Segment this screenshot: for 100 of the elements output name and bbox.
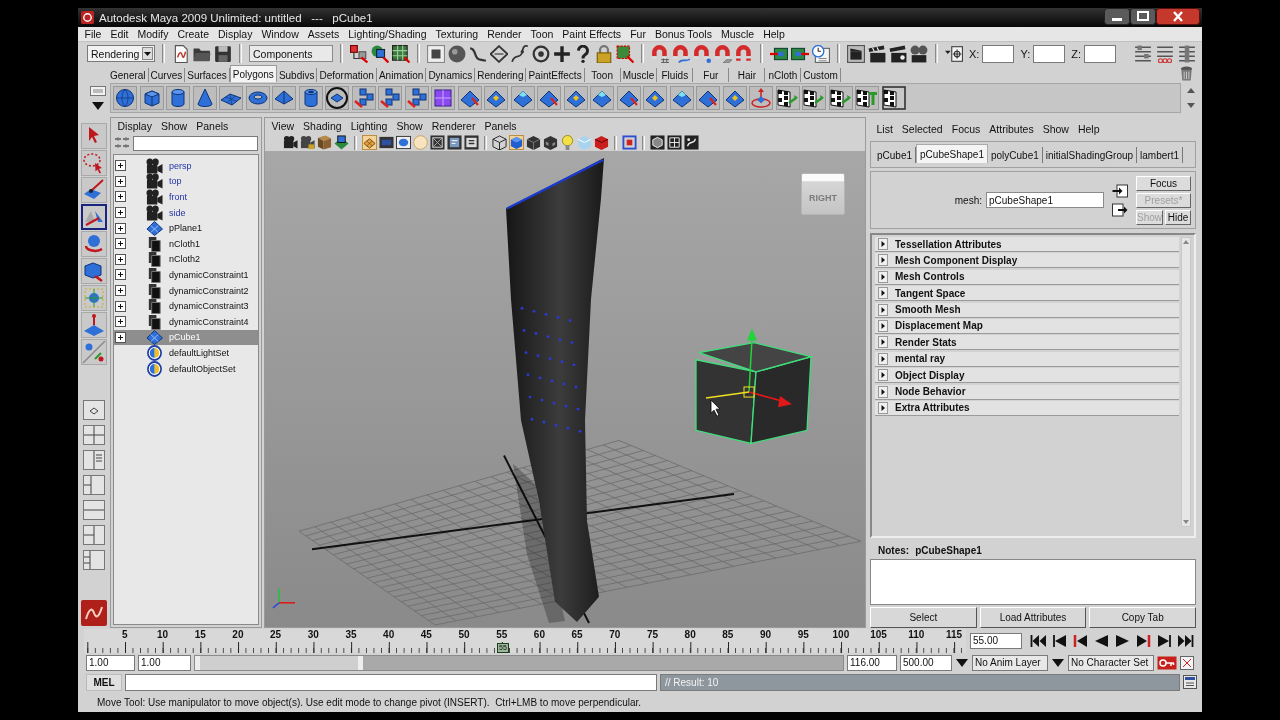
checker-frame-icon[interactable] — [881, 85, 906, 110]
expand-icon[interactable] — [115, 253, 126, 265]
filter-field[interactable] — [133, 135, 258, 151]
section-header[interactable]: Mesh Controls — [875, 269, 1179, 285]
shelf-tab[interactable]: Rendering — [475, 68, 527, 82]
curve-icon[interactable] — [469, 44, 487, 63]
menu-item[interactable]: Assets — [303, 27, 344, 41]
resolution-gate-icon[interactable] — [396, 135, 411, 150]
section-header[interactable]: Smooth Mesh — [875, 302, 1179, 318]
menu-item[interactable]: Shading — [298, 119, 347, 133]
magnet-icon[interactable] — [735, 44, 753, 63]
pipe-icon[interactable] — [298, 85, 323, 110]
lasso-icon[interactable] — [81, 150, 107, 176]
end-time-field[interactable]: 500.00 — [900, 654, 952, 671]
menu-item[interactable]: Display — [213, 27, 257, 41]
panel-layout-icon[interactable] — [83, 550, 105, 570]
object-select-icon[interactable] — [371, 44, 389, 63]
outliner-item[interactable]: dynamicConstraint4 — [114, 313, 258, 330]
film-gate-icon[interactable] — [379, 135, 394, 150]
outliner-item[interactable]: nCloth2 — [114, 251, 258, 268]
isolate-select-icon[interactable] — [622, 135, 637, 150]
menu-item[interactable]: Window — [256, 27, 304, 41]
expand-icon[interactable] — [115, 300, 126, 312]
play-icon[interactable] — [1114, 633, 1131, 648]
target-icon[interactable] — [532, 44, 550, 63]
auto-key-icon[interactable] — [1157, 655, 1177, 670]
node-button[interactable]: Hide — [1165, 209, 1191, 225]
step-back-icon[interactable] — [1051, 633, 1068, 648]
mesh-face-icon[interactable] — [643, 85, 667, 110]
step-forward-icon[interactable] — [1156, 633, 1173, 648]
clapboard-icon[interactable] — [889, 44, 907, 63]
menu-item[interactable]: Focus — [947, 122, 985, 136]
image-plane-icon[interactable] — [334, 135, 349, 150]
command-field[interactable] — [125, 673, 657, 691]
solid-cube-icon[interactable] — [526, 135, 541, 150]
skip-to-end-icon[interactable] — [1177, 633, 1194, 648]
panel-layout-icon[interactable] — [83, 500, 105, 520]
shelf-tab[interactable]: Curves — [148, 68, 186, 82]
expand-arrow-icon[interactable] — [878, 254, 888, 267]
film-reel-icon[interactable] — [910, 44, 928, 63]
node-button[interactable]: Focus — [1136, 175, 1191, 191]
panel-layout-icon[interactable] — [83, 400, 105, 420]
menu-item[interactable]: Help — [1073, 122, 1105, 136]
node-tab[interactable]: lambert1 — [1137, 147, 1183, 163]
menu-item[interactable]: File — [80, 27, 106, 41]
section-header[interactable]: Tangent Space — [875, 286, 1179, 302]
magnet-point-icon[interactable] — [693, 44, 711, 63]
universal-manipulator-icon[interactable] — [81, 285, 107, 311]
document-icon[interactable] — [172, 44, 190, 63]
menu-set-dropdown[interactable]: Rendering — [87, 45, 155, 62]
camera-icon[interactable] — [300, 135, 315, 150]
coordinate-field[interactable] — [1033, 44, 1066, 63]
animation-preferences-icon[interactable] — [1180, 655, 1194, 670]
rotate-tool-icon[interactable] — [81, 231, 107, 257]
notes-field[interactable] — [870, 559, 1196, 605]
shelf-tab[interactable]: Custom — [801, 68, 841, 82]
cylinder-icon[interactable] — [166, 85, 190, 110]
outliner-item[interactable]: nCloth1 — [114, 235, 258, 252]
section-header[interactable]: Node Behavior — [875, 384, 1179, 400]
mesh-face-icon[interactable] — [457, 85, 482, 110]
textured-cube-icon[interactable] — [543, 135, 558, 150]
minimize-icon[interactable] — [1104, 8, 1130, 25]
section-header[interactable]: Render Stats — [875, 335, 1179, 351]
panel-layout-icon[interactable] — [83, 525, 105, 545]
mesh-face-icon[interactable] — [510, 85, 535, 110]
anim-layer-dropdown[interactable]: No Anim Layer — [972, 654, 1048, 671]
expand-icon[interactable] — [115, 175, 126, 187]
node-tab[interactable]: pCubeShape1 — [916, 144, 988, 163]
previous-key-icon[interactable] — [1072, 633, 1089, 648]
component-select-icon[interactable] — [392, 44, 410, 63]
start-time-field[interactable]: 1.00 — [86, 654, 135, 671]
field-chart-icon[interactable] — [430, 135, 445, 150]
panel-layout-icon[interactable] — [83, 475, 105, 495]
action-button[interactable]: Load Attributes — [979, 607, 1087, 628]
panel-toggle-icon[interactable] — [1134, 44, 1152, 63]
diamond-icon[interactable] — [490, 44, 508, 63]
expand-icon[interactable] — [115, 331, 126, 343]
caret-icon[interactable] — [142, 47, 153, 60]
mesh-face-icon[interactable] — [669, 85, 694, 110]
range-slider[interactable] — [194, 654, 844, 671]
shelf-tab[interactable]: Fur — [693, 68, 730, 82]
node-name-field[interactable]: pCubeShape1 — [986, 192, 1104, 208]
expand-arrow-icon[interactable] — [878, 369, 888, 382]
shelf-tab[interactable]: Hair — [729, 68, 766, 82]
panel-layout-icon[interactable] — [83, 450, 105, 470]
action-button[interactable]: Select — [870, 607, 977, 628]
sphere-icon[interactable] — [448, 44, 466, 63]
menu-item[interactable]: Fur — [625, 27, 651, 41]
outliner-item[interactable]: top — [114, 173, 258, 190]
menu-item[interactable]: Render — [482, 27, 527, 41]
script-editor-icon[interactable] — [1183, 675, 1197, 689]
menu-item[interactable]: Panels — [191, 119, 233, 133]
mesh-face-icon[interactable] — [563, 85, 588, 110]
outliner-item[interactable]: dynamicConstraint1 — [114, 267, 258, 283]
move-tool-icon[interactable] — [81, 204, 107, 230]
current-time-field[interactable]: 55.00 — [970, 632, 1022, 649]
safe-title-icon[interactable] — [464, 135, 479, 150]
sphere-icon[interactable] — [113, 85, 137, 110]
maximize-icon[interactable] — [1130, 8, 1156, 25]
smooth-cube-icon[interactable] — [431, 85, 455, 110]
